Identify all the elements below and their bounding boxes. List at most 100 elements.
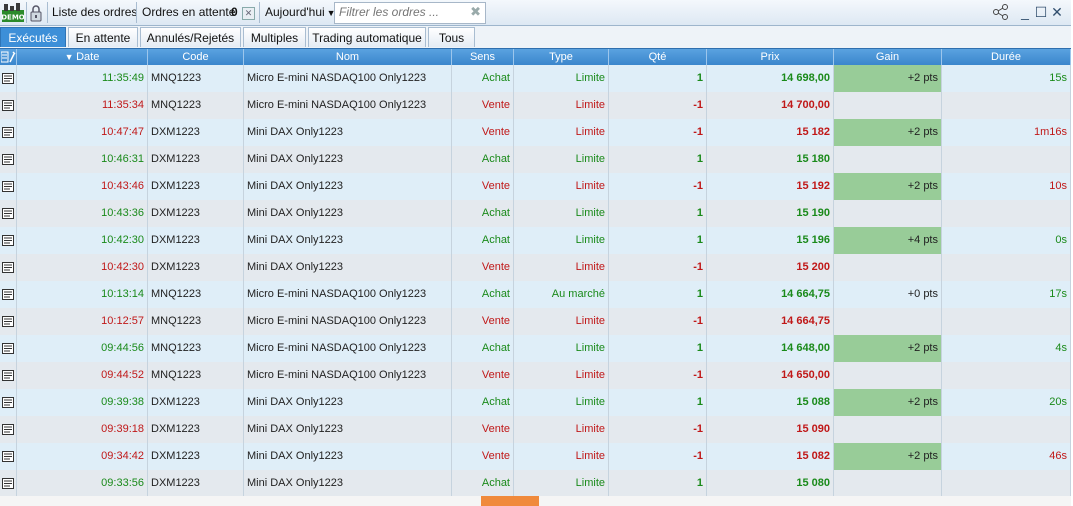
order-code: MNQ1223	[148, 308, 244, 335]
table-row[interactable]: 10:42:30 DXM1223 Mini DAX Only1223 Vente Lim…	[0, 254, 1071, 281]
order-duration: 17s	[942, 281, 1071, 308]
table-row[interactable]: 10:43:36 DXM1223 Mini DAX Only1223 Achat Lim…	[0, 200, 1071, 227]
order-quantity: 1	[609, 200, 707, 227]
order-details-icon[interactable]	[2, 127, 14, 138]
column-code[interactable]: Code	[148, 49, 244, 65]
table-row[interactable]: 11:35:49 MNQ1223 Micro E-mini NASDAQ100 On…	[0, 65, 1071, 92]
table-row[interactable]: 09:39:18 DXM1223 Mini DAX Only1223 Vente Lim…	[0, 416, 1071, 443]
column-gain[interactable]: Gain	[834, 49, 942, 65]
table-row[interactable]: 11:35:34 MNQ1223 Micro E-mini NASDAQ100 On…	[0, 92, 1071, 119]
minimize-icon[interactable]: _	[1018, 3, 1032, 21]
toolbar-separator	[47, 2, 48, 23]
order-time: 10:43:46	[17, 173, 148, 200]
order-duration	[942, 362, 1071, 389]
order-details-icon[interactable]	[2, 451, 14, 462]
order-quantity: -1	[609, 119, 707, 146]
order-details-icon[interactable]	[2, 343, 14, 354]
table-row[interactable]: 09:34:42 DXM1223 Mini DAX Only1223 Vente Lim…	[0, 443, 1071, 470]
close-icon[interactable]: ✕	[1050, 3, 1064, 21]
toolbar-separator	[259, 2, 260, 23]
order-gain	[834, 254, 942, 281]
column-sens[interactable]: Sens	[452, 49, 514, 65]
order-details-cell[interactable]	[0, 146, 17, 173]
column-nom[interactable]: Nom	[244, 49, 452, 65]
order-code: MNQ1223	[148, 92, 244, 119]
pending-orders-label[interactable]: Ordres en attente	[142, 0, 235, 25]
tab-annules-rejetes[interactable]: Annulés/Rejetés	[140, 27, 241, 47]
toolbar-separator	[136, 2, 137, 23]
order-details-icon[interactable]	[2, 262, 14, 273]
order-details-icon[interactable]	[2, 100, 14, 111]
filter-orders-box[interactable]: ✖	[334, 2, 486, 24]
order-details-cell[interactable]	[0, 173, 17, 200]
order-details-icon[interactable]	[2, 181, 14, 192]
maximize-icon[interactable]: ☐	[1034, 3, 1048, 21]
tab-trading-automatique[interactable]: Trading automatique	[308, 27, 426, 47]
column-duree[interactable]: Durée	[942, 49, 1071, 65]
order-type: Limite	[514, 389, 609, 416]
order-details-cell[interactable]	[0, 92, 17, 119]
order-gain	[834, 146, 942, 173]
order-gain: +2 pts	[834, 65, 942, 92]
order-details-cell[interactable]	[0, 254, 17, 281]
order-details-cell[interactable]	[0, 119, 17, 146]
order-details-icon[interactable]	[2, 478, 14, 489]
tab-en-attente[interactable]: En attente	[68, 27, 138, 47]
order-instrument-name: Micro E-mini NASDAQ100 Only1223	[244, 92, 452, 119]
order-details-cell[interactable]	[0, 227, 17, 254]
order-details-icon[interactable]	[2, 289, 14, 300]
order-instrument-name: Mini DAX Only1223	[244, 443, 452, 470]
tab-multiples[interactable]: Multiples	[243, 27, 306, 47]
order-details-cell[interactable]	[0, 416, 17, 443]
order-details-icon[interactable]	[2, 316, 14, 327]
table-row[interactable]: 10:43:46 DXM1223 Mini DAX Only1223 Vente Lim…	[0, 173, 1071, 200]
orders-table-header: ▼ Date Code Nom Sens Type Qté Prix Gain …	[0, 48, 1071, 66]
order-details-icon[interactable]	[2, 370, 14, 381]
table-row[interactable]: 10:46:31 DXM1223 Mini DAX Only1223 Achat Lim…	[0, 146, 1071, 173]
order-time: 10:42:30	[17, 227, 148, 254]
order-type: Limite	[514, 200, 609, 227]
table-row[interactable]: 09:33:56 DXM1223 Mini DAX Only1223 Achat Lim…	[0, 470, 1071, 497]
table-row[interactable]: 10:42:30 DXM1223 Mini DAX Only1223 Achat Lim…	[0, 227, 1071, 254]
clear-filter-icon[interactable]: ✖	[470, 4, 481, 20]
order-time: 09:34:42	[17, 443, 148, 470]
order-details-cell[interactable]	[0, 65, 17, 92]
order-details-icon[interactable]	[2, 235, 14, 246]
filter-orders-input[interactable]	[335, 3, 469, 21]
order-details-icon[interactable]	[2, 208, 14, 219]
order-details-cell[interactable]	[0, 362, 17, 389]
order-details-icon[interactable]	[2, 424, 14, 435]
order-details-cell[interactable]	[0, 335, 17, 362]
order-details-cell[interactable]	[0, 443, 17, 470]
order-details-cell[interactable]	[0, 281, 17, 308]
order-details-cell[interactable]	[0, 470, 17, 497]
order-code: DXM1223	[148, 227, 244, 254]
table-row[interactable]: 09:39:38 DXM1223 Mini DAX Only1223 Achat Lim…	[0, 389, 1071, 416]
column-prix[interactable]: Prix	[707, 49, 834, 65]
column-date[interactable]: ▼ Date	[17, 49, 148, 65]
table-row[interactable]: 10:47:47 DXM1223 Mini DAX Only1223 Vente Lim…	[0, 119, 1071, 146]
order-details-icon[interactable]	[2, 154, 14, 165]
column-settings[interactable]	[0, 49, 17, 65]
tab-executes[interactable]: Exécutés	[0, 27, 66, 47]
order-type: Limite	[514, 254, 609, 281]
order-details-icon[interactable]	[2, 73, 14, 84]
column-type[interactable]: Type	[514, 49, 609, 65]
order-gain: +2 pts	[834, 389, 942, 416]
order-details-cell[interactable]	[0, 389, 17, 416]
padlock-icon[interactable]	[30, 4, 42, 22]
share-icon[interactable]	[992, 3, 1010, 21]
table-row[interactable]: 10:12:57 MNQ1223 Micro E-mini NASDAQ100 On…	[0, 308, 1071, 335]
table-row[interactable]: 09:44:56 MNQ1223 Micro E-mini NASDAQ100 On…	[0, 335, 1071, 362]
period-dropdown[interactable]: Aujourd'hui ▼	[265, 0, 336, 25]
column-qte[interactable]: Qté	[609, 49, 707, 65]
order-type: Limite	[514, 443, 609, 470]
cancel-pending-icon[interactable]: ✕	[242, 7, 255, 20]
table-row[interactable]: 10:13:14 MNQ1223 Micro E-mini NASDAQ100 On…	[0, 281, 1071, 308]
order-details-cell[interactable]	[0, 308, 17, 335]
order-quantity: 1	[609, 65, 707, 92]
table-row[interactable]: 09:44:52 MNQ1223 Micro E-mini NASDAQ100 On…	[0, 362, 1071, 389]
order-details-icon[interactable]	[2, 397, 14, 408]
tab-tous[interactable]: Tous	[428, 27, 475, 47]
order-details-cell[interactable]	[0, 200, 17, 227]
